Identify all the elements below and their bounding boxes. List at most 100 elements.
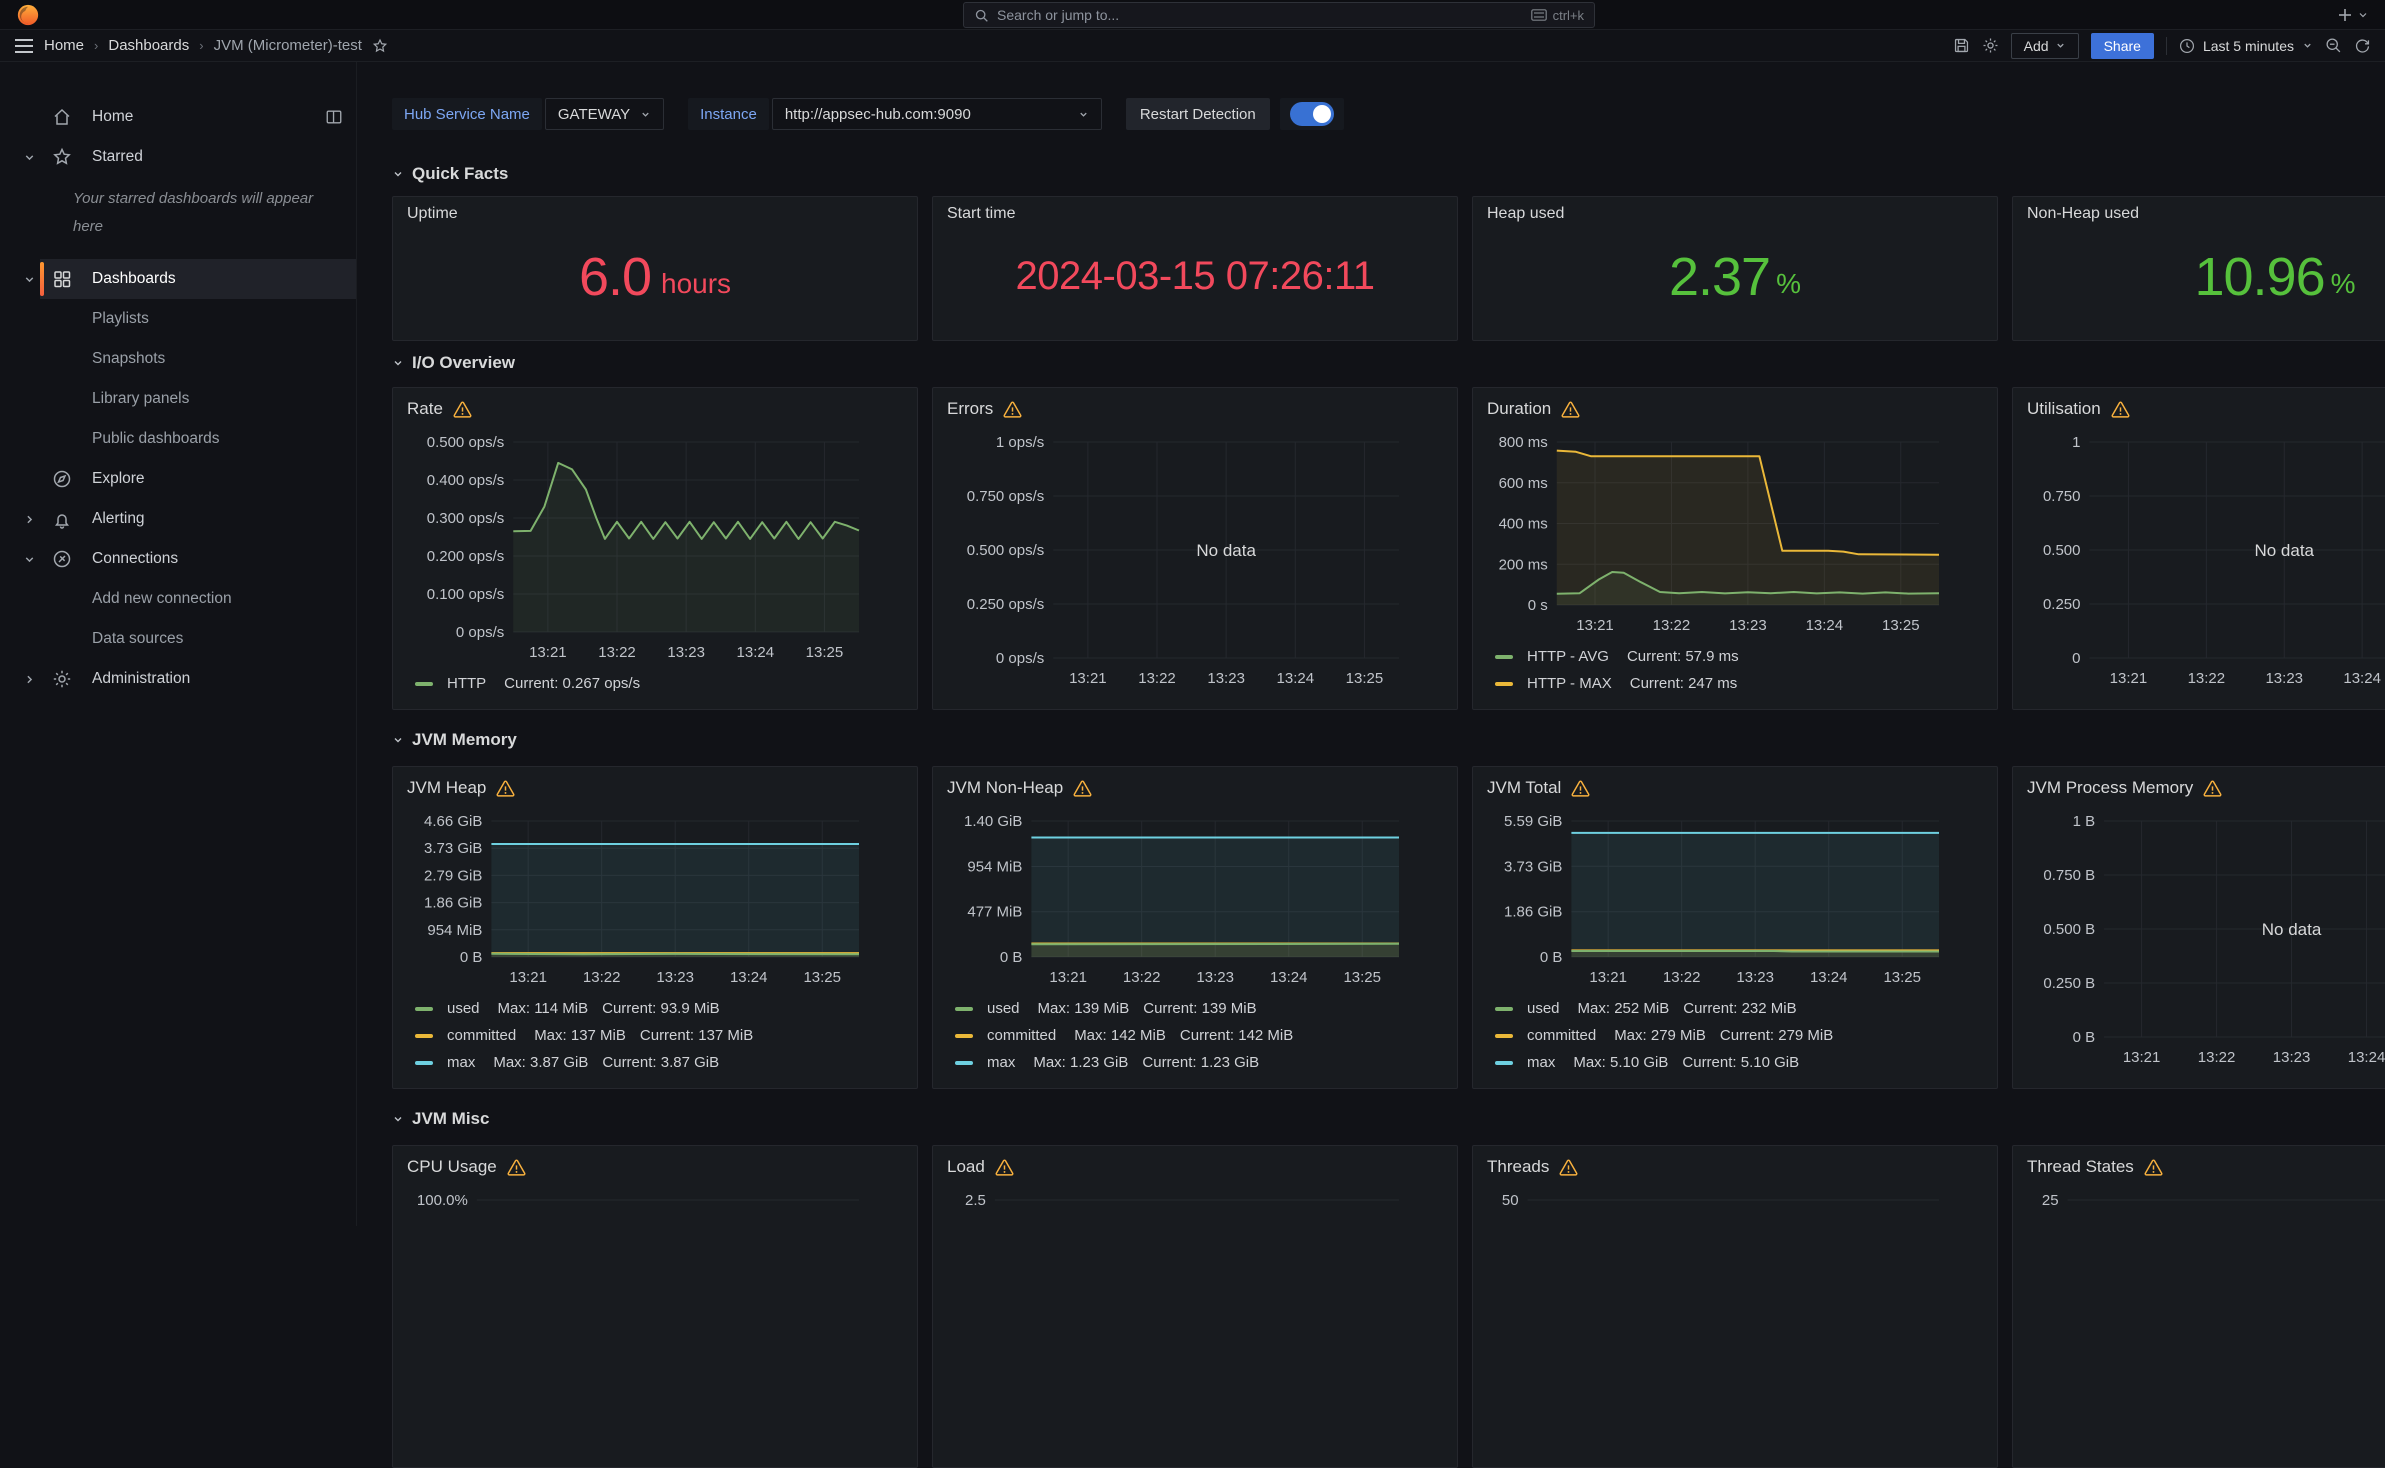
refresh-icon[interactable] [2354, 37, 2371, 54]
legend-item[interactable]: HTTPCurrent: 0.267 ops/s [407, 670, 903, 697]
instance-select[interactable]: http://appsec-hub.com:9090 [772, 98, 1102, 130]
dock-menu-icon[interactable] [312, 108, 356, 126]
warning-icon[interactable] [2111, 401, 2130, 418]
panel-uptime[interactable]: Uptime 6.0 hours [392, 196, 918, 341]
threads-chart[interactable]: 50 [1487, 1186, 1983, 1306]
restart-detection-toggle[interactable] [1280, 98, 1344, 130]
jvm-heap-chart[interactable]: 4.66 GiB3.73 GiB2.79 GiB1.86 GiB954 MiB0… [407, 807, 903, 991]
legend-item[interactable]: maxMax: 5.10 GiBCurrent: 5.10 GiB [1487, 1049, 1983, 1076]
rate-chart[interactable]: 0.500 ops/s0.400 ops/s0.300 ops/s0.200 o… [407, 428, 903, 666]
legend-label[interactable]: max [447, 1054, 475, 1071]
breadcrumb-dashboards[interactable]: Dashboards [108, 37, 189, 54]
star-icon[interactable] [372, 38, 388, 54]
cpu-usage-chart[interactable]: 100.0% [407, 1186, 903, 1306]
zoom-out-icon[interactable] [2325, 37, 2342, 54]
warning-icon[interactable] [1003, 401, 1022, 418]
legend-item[interactable]: maxMax: 3.87 GiBCurrent: 3.87 GiB [407, 1049, 903, 1076]
chevron-down-icon[interactable] [12, 553, 46, 566]
legend-label[interactable]: max [1527, 1054, 1555, 1071]
warning-icon[interactable] [995, 1159, 1014, 1176]
warning-icon[interactable] [1561, 401, 1580, 418]
panel-header[interactable]: Utilisation [2027, 396, 2385, 422]
panel-header[interactable]: Thread States [2027, 1154, 2385, 1180]
chevron-down-icon[interactable] [12, 273, 46, 286]
legend-item[interactable]: committedMax: 279 MiBCurrent: 279 MiB [1487, 1022, 1983, 1049]
add-icon[interactable] [2337, 7, 2353, 23]
legend-item[interactable]: usedMax: 252 MiBCurrent: 232 MiB [1487, 995, 1983, 1022]
panel-start-time[interactable]: Start time 2024-03-15 07:26:11 [932, 196, 1458, 341]
warning-icon[interactable] [496, 780, 515, 797]
sidebar-item-connections[interactable]: Connections [0, 539, 356, 579]
panel-nonheap-used[interactable]: Non-Heap used 10.96 % [2012, 196, 2385, 341]
dashboard-settings-icon[interactable] [1982, 37, 1999, 54]
share-button[interactable]: Share [2091, 33, 2154, 59]
panel-header[interactable]: JVM Heap [407, 775, 903, 801]
sidebar-item-library-panels[interactable]: Library panels [0, 379, 356, 419]
legend-item[interactable]: HTTP - AVGCurrent: 57.9 ms [1487, 643, 1983, 670]
legend-label[interactable]: used [987, 1000, 1020, 1017]
section-io-overview[interactable]: I/O Overview [392, 353, 2385, 373]
section-jvm-memory[interactable]: JVM Memory [392, 730, 2385, 750]
sidebar-item-home[interactable]: Home [0, 97, 356, 137]
chevron-right-icon[interactable] [12, 513, 46, 526]
warning-icon[interactable] [2144, 1159, 2163, 1176]
panel-header[interactable]: Rate [407, 396, 903, 422]
menu-icon[interactable] [14, 38, 34, 54]
legend-item[interactable]: usedMax: 139 MiBCurrent: 139 MiB [947, 995, 1443, 1022]
thread-states-chart[interactable]: 25 [2027, 1186, 2385, 1306]
errors-chart[interactable]: 1 ops/s0.750 ops/s0.500 ops/s0.250 ops/s… [947, 428, 1443, 692]
grafana-logo[interactable] [16, 3, 40, 27]
legend-label[interactable]: committed [1527, 1027, 1596, 1044]
search-input[interactable]: Search or jump to... ctrl+k [963, 2, 1595, 28]
sidebar-item-add-new-connection[interactable]: Add new connection [0, 579, 356, 619]
panel-heap-used[interactable]: Heap used 2.37 % [1472, 196, 1998, 341]
warning-icon[interactable] [1571, 780, 1590, 797]
sidebar-item-starred[interactable]: Starred [0, 137, 356, 177]
duration-chart[interactable]: 800 ms600 ms400 ms200 ms0 s13:2113:2213:… [1487, 428, 1983, 639]
warning-icon[interactable] [507, 1159, 526, 1176]
utilisation-chart[interactable]: 10.7500.5000.250013:2113:2213:2313:2413:… [2027, 428, 2385, 692]
legend-item[interactable]: maxMax: 1.23 GiBCurrent: 1.23 GiB [947, 1049, 1443, 1076]
chevron-down-icon[interactable] [2357, 9, 2369, 21]
panel-header[interactable]: Duration [1487, 396, 1983, 422]
legend-item[interactable]: usedMax: 114 MiBCurrent: 93.9 MiB [407, 995, 903, 1022]
legend-label[interactable]: HTTP - AVG [1527, 648, 1609, 665]
restart-detection-button[interactable]: Restart Detection [1126, 98, 1270, 130]
legend-item[interactable]: HTTP - MAXCurrent: 247 ms [1487, 670, 1983, 697]
sidebar-item-alerting[interactable]: Alerting [0, 499, 356, 539]
sidebar-item-dashboards[interactable]: Dashboards [0, 259, 356, 299]
chevron-down-icon[interactable] [12, 151, 46, 164]
panel-header[interactable]: JVM Process Memory [2027, 775, 2385, 801]
warning-icon[interactable] [1559, 1159, 1578, 1176]
panel-header[interactable]: Threads [1487, 1154, 1983, 1180]
legend-label[interactable]: used [1527, 1000, 1560, 1017]
chevron-right-icon[interactable] [12, 673, 46, 686]
legend-label[interactable]: used [447, 1000, 480, 1017]
breadcrumb-home[interactable]: Home [44, 37, 84, 54]
legend-item[interactable]: committedMax: 137 MiBCurrent: 137 MiB [407, 1022, 903, 1049]
panel-header[interactable]: CPU Usage [407, 1154, 903, 1180]
legend-label[interactable]: HTTP [447, 675, 486, 692]
time-range-picker[interactable]: Last 5 minutes [2179, 38, 2313, 54]
panel-header[interactable]: Errors [947, 396, 1443, 422]
jvm-total-chart[interactable]: 5.59 GiB3.73 GiB1.86 GiB0 B13:2113:2213:… [1487, 807, 1983, 991]
load-chart[interactable]: 2.5 [947, 1186, 1443, 1306]
sidebar-item-playlists[interactable]: Playlists [0, 299, 356, 339]
jvm-nonheap-chart[interactable]: 1.40 GiB954 MiB477 MiB0 B13:2113:2213:23… [947, 807, 1443, 991]
legend-item[interactable]: committedMax: 142 MiBCurrent: 142 MiB [947, 1022, 1443, 1049]
panel-header[interactable]: Load [947, 1154, 1443, 1180]
sidebar-item-public-dashboards[interactable]: Public dashboards [0, 419, 356, 459]
save-dashboard-icon[interactable] [1953, 37, 1970, 54]
hub-service-select[interactable]: GATEWAY [545, 98, 664, 130]
legend-label[interactable]: committed [987, 1027, 1056, 1044]
panel-header[interactable]: JVM Total [1487, 775, 1983, 801]
legend-label[interactable]: max [987, 1054, 1015, 1071]
sidebar-item-data-sources[interactable]: Data sources [0, 619, 356, 659]
panel-header[interactable]: JVM Non-Heap [947, 775, 1443, 801]
legend-label[interactable]: committed [447, 1027, 516, 1044]
sidebar-item-administration[interactable]: Administration [0, 659, 356, 699]
section-jvm-misc[interactable]: JVM Misc [392, 1109, 2385, 1129]
sidebar-item-snapshots[interactable]: Snapshots [0, 339, 356, 379]
sidebar-item-explore[interactable]: Explore [0, 459, 356, 499]
add-button[interactable]: Add [2011, 33, 2079, 59]
